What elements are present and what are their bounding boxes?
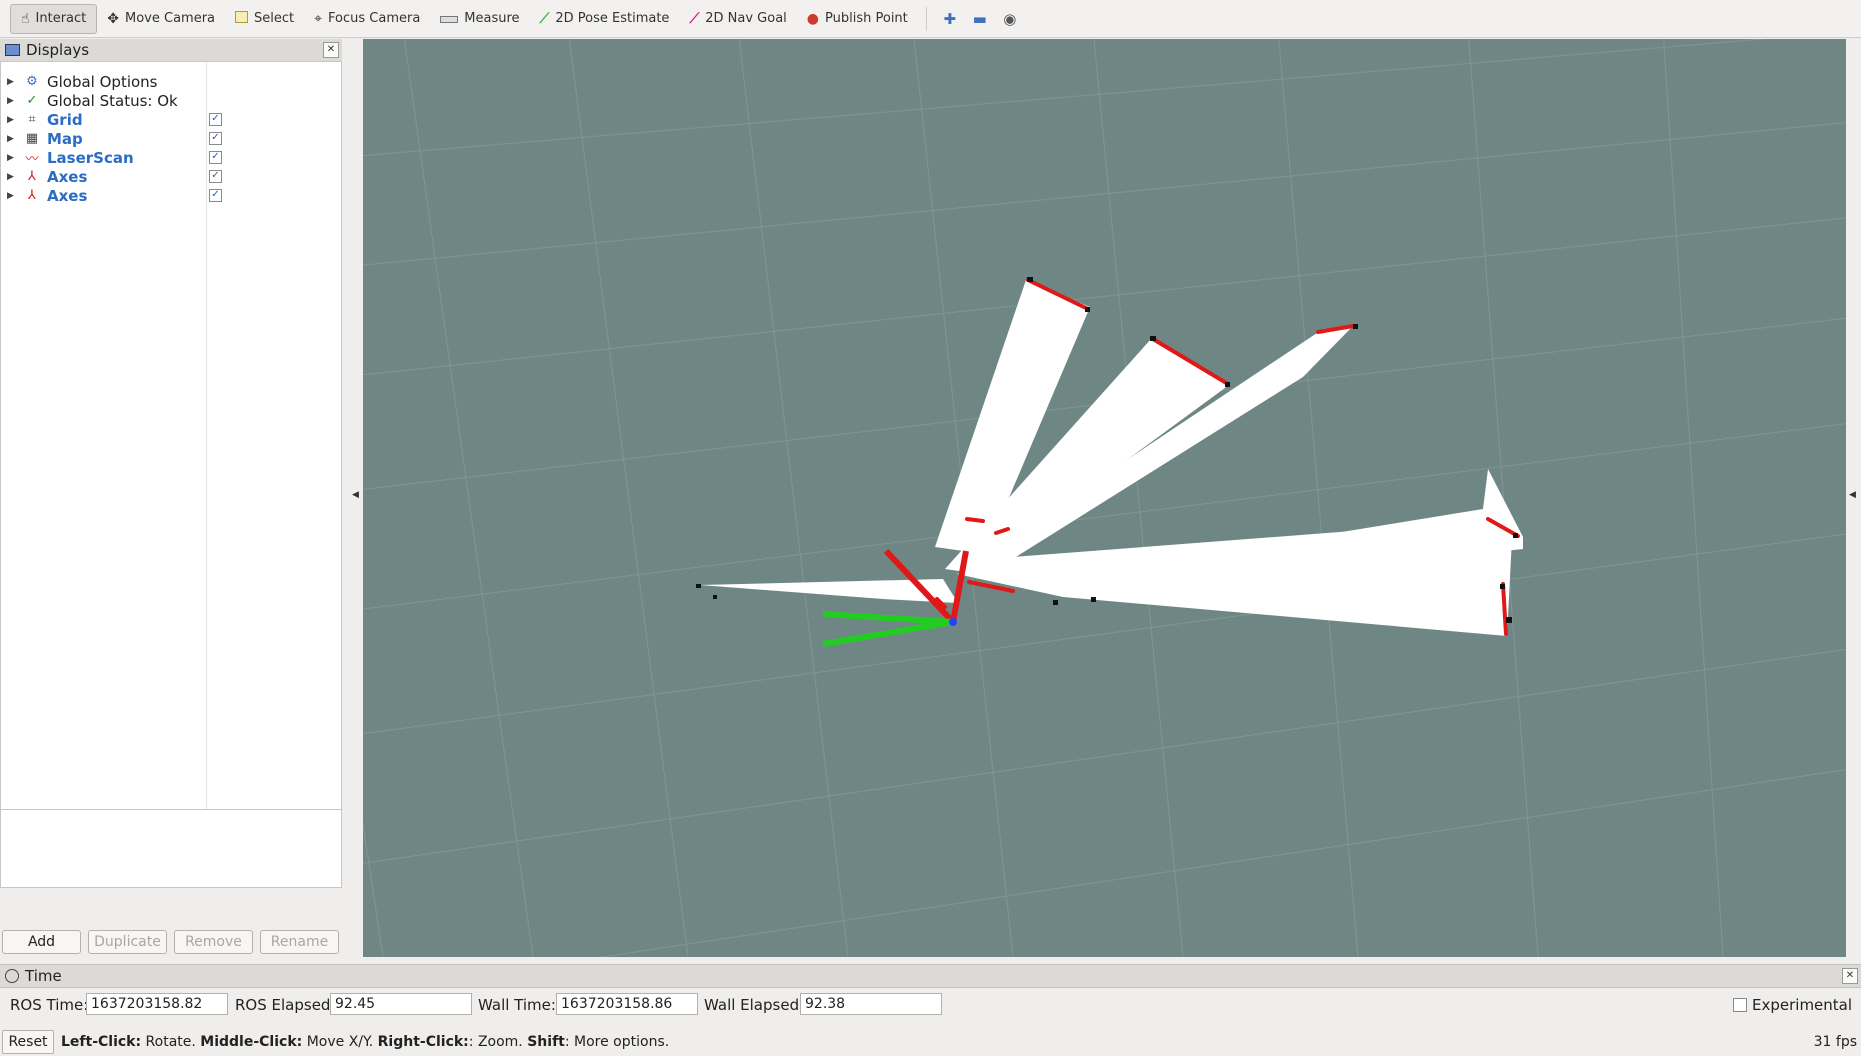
add-button[interactable]: Add (2, 930, 81, 954)
ros-time-label: ROS Time: (10, 996, 89, 1014)
collapse-right-arrow-icon[interactable]: ◀ (1849, 490, 1856, 500)
view-tool-button[interactable]: ◉ (995, 4, 1025, 34)
grid-checkbox[interactable]: ✓ (209, 113, 222, 126)
scene-canvas (242, 28, 1861, 1000)
tree-item-axes[interactable]: ▶ ⅄ Axes ✓ (1, 167, 339, 186)
wall-time-label: Wall Time: (478, 996, 556, 1014)
minus-icon: ▬ (972, 9, 987, 28)
displays-tree: ▶ ⚙ Global Options ▶ ✓ Global Status: Ok… (0, 61, 342, 843)
remove-button[interactable]: Remove (174, 930, 253, 954)
rename-button[interactable]: Rename (260, 930, 339, 954)
axes-checkbox[interactable]: ✓ (209, 189, 222, 202)
experimental-label: Experimental (1752, 996, 1853, 1014)
clock-icon (5, 969, 19, 983)
pink-arrow-icon: ⟋ (689, 10, 700, 27)
toolbar-separator (925, 6, 927, 31)
displays-header: Displays ✕ (0, 39, 342, 62)
plus-icon: ✚ (943, 9, 957, 28)
displays-panel: Displays ✕ ▶ ⚙ Global Options ▶ ✓ Global… (0, 39, 342, 843)
axes-icon: ⅄ (28, 169, 36, 184)
axes-checkbox[interactable]: ✓ (209, 170, 222, 183)
collapse-left-arrow-icon[interactable]: ◀ (352, 490, 359, 500)
expand-arrow-icon[interactable]: ▶ (7, 96, 14, 106)
duplicate-button[interactable]: Duplicate (88, 930, 167, 954)
gear-icon: ⚙ (26, 74, 38, 89)
remove-tool-button[interactable]: ▬ (965, 4, 995, 34)
publish-point-tool[interactable]: ● Publish Point (797, 4, 918, 34)
tree-item-map[interactable]: ▶ ▦ Map ✓ (1, 129, 339, 148)
toolbar: ☝ Interact ✥ Move Camera Select ⌖ Focus … (0, 0, 1861, 38)
mouse-hint: Left-Click: Rotate. Middle-Click: Move X… (61, 1034, 670, 1050)
tree-item-global-status[interactable]: ▶ ✓ Global Status: Ok (1, 91, 339, 110)
ros-time-field[interactable]: 1637203158.82 (86, 993, 228, 1015)
interact-tool[interactable]: ☝ Interact (10, 3, 98, 34)
laserscan-icon: 〰 (25, 152, 39, 167)
map-free-space (700, 280, 1523, 636)
close-displays-button[interactable]: ✕ (323, 42, 339, 58)
check-icon: ✓ (26, 93, 38, 108)
reset-button[interactable]: Reset (2, 1030, 54, 1054)
expand-arrow-icon[interactable]: ▶ (7, 77, 14, 87)
ros-elapsed-label: ROS Elapsed: (235, 996, 336, 1014)
expand-arrow-icon[interactable]: ▶ (7, 191, 14, 201)
focus-camera-tool[interactable]: ⌖ Focus Camera (304, 4, 430, 34)
nav-goal-tool[interactable]: ⟋ 2D Nav Goal (679, 4, 796, 34)
status-bar: Reset Left-Click: Rotate. Middle-Click: … (0, 1026, 1861, 1056)
expand-arrow-icon[interactable]: ▶ (7, 172, 14, 182)
ros-elapsed-field[interactable]: 92.45 (330, 993, 472, 1015)
green-arrow-icon: ⟋ (539, 10, 550, 27)
map-checkbox[interactable]: ✓ (209, 132, 222, 145)
hand-pointer-icon: ☝ (21, 10, 30, 27)
laserscan-checkbox[interactable]: ✓ (209, 151, 222, 164)
tree-item-global-options[interactable]: ▶ ⚙ Global Options (1, 72, 339, 91)
wall-elapsed-field[interactable]: 92.38 (800, 993, 942, 1015)
close-time-button[interactable]: ✕ (1842, 968, 1858, 984)
expand-arrow-icon[interactable]: ▶ (7, 134, 14, 144)
tree-item-axes[interactable]: ▶ ⅄ Axes ✓ (1, 186, 339, 205)
wall-elapsed-label: Wall Elapsed: (704, 996, 805, 1014)
measure-tool[interactable]: Measure (430, 4, 529, 34)
add-tool-button[interactable]: ✚ (935, 4, 965, 34)
wall-time-field[interactable]: 1637203158.86 (556, 993, 698, 1015)
expand-arrow-icon[interactable]: ▶ (7, 115, 14, 125)
select-box-icon (235, 10, 249, 27)
crosshair-icon: ⌖ (314, 10, 323, 27)
time-panel-header: Time ✕ (0, 964, 1861, 988)
pose-estimate-tool[interactable]: ⟋ 2D Pose Estimate (530, 4, 680, 34)
render-viewport[interactable] (242, 28, 1861, 1000)
experimental-checkbox[interactable] (1733, 998, 1747, 1012)
eye-icon: ◉ (1003, 9, 1017, 28)
axes-icon: ⅄ (28, 188, 36, 203)
time-row: ROS Time: 1637203158.82 ROS Elapsed: 92.… (0, 992, 1861, 1018)
ruler-icon (440, 11, 459, 27)
display-description-box (0, 809, 342, 888)
move-camera-tool[interactable]: ✥ Move Camera (97, 4, 225, 34)
map-icon: ▦ (25, 131, 39, 146)
expand-arrow-icon[interactable]: ▶ (7, 153, 14, 163)
tree-item-grid[interactable]: ▶ ⌗ Grid ✓ (1, 110, 339, 129)
grid-icon: ⌗ (28, 112, 36, 127)
select-tool[interactable]: Select (225, 4, 304, 34)
map-pin-icon: ● (806, 10, 820, 27)
move-camera-icon: ✥ (107, 10, 119, 27)
monitor-icon (5, 44, 20, 56)
tree-item-laserscan[interactable]: ▶ 〰 LaserScan ✓ (1, 148, 339, 167)
fps-counter: 31 fps (1813, 1034, 1857, 1050)
